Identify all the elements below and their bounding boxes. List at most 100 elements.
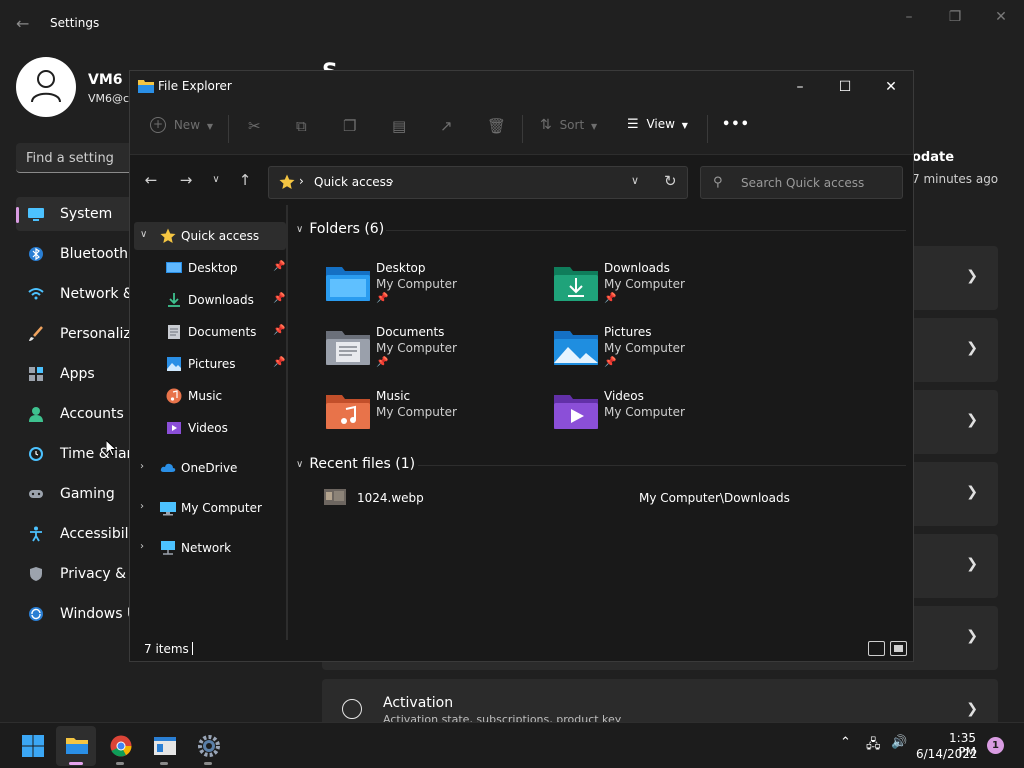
chevron-up-icon[interactable]: ⌃ (840, 735, 851, 750)
chevron-down-icon[interactable]: ∨ (140, 229, 147, 240)
close-icon[interactable]: ✕ (987, 8, 1015, 26)
close-icon[interactable]: ✕ (876, 75, 906, 99)
chevron-down-icon: ▼ (206, 121, 213, 131)
paste-icon[interactable]: ❐ (343, 117, 356, 141)
notification-badge[interactable]: 1 (987, 737, 1004, 754)
explorer-titlebar[interactable]: File Explorer – ☐ ✕ (130, 71, 913, 103)
find-setting-box[interactable] (16, 143, 146, 173)
taskbar-app-window[interactable] (144, 726, 184, 766)
rename-icon[interactable]: ▤ (392, 117, 406, 141)
folders-group-header[interactable]: ∨ Folders (6) (296, 221, 384, 237)
music-folder-icon (326, 395, 370, 429)
nav-item-windows-update[interactable]: Windows U (16, 597, 137, 631)
restore-icon[interactable]: ❐ (941, 8, 969, 26)
folder-tile-downloads[interactable]: Downloads My Computer 📌 (554, 261, 774, 317)
back-arrow-icon[interactable]: ← (140, 169, 162, 191)
minimize-icon[interactable]: – (895, 8, 923, 26)
nav-item-accessibility[interactable]: Accessibilit (16, 517, 138, 551)
folder-tile-desktop[interactable]: Desktop My Computer 📌 (326, 261, 546, 317)
sort-label: Sort (559, 118, 585, 132)
recent-files-group-header[interactable]: ∨ Recent files (1) (296, 456, 415, 472)
view-button[interactable]: ☰ View ▼ (627, 117, 688, 141)
tree-item-my-computer[interactable]: › My Computer (134, 494, 286, 522)
maximize-icon[interactable]: ☐ (830, 75, 860, 99)
tree-item-desktop[interactable]: Desktop 📌 (134, 254, 286, 282)
network-tray-icon[interactable]: 🖧 (866, 735, 881, 757)
volume-icon[interactable]: 🔊 (891, 735, 907, 750)
chevron-right-icon[interactable]: › (140, 501, 144, 512)
gamepad-icon (29, 490, 43, 498)
pin-icon: 📌 (604, 293, 617, 304)
tiles-view-icon[interactable] (890, 641, 907, 656)
breadcrumb-quick-access[interactable]: Quick access (314, 175, 392, 189)
share-icon[interactable]: ↗ (440, 117, 453, 141)
desktop-folder-icon (326, 267, 370, 301)
forward-arrow-icon[interactable]: → (175, 169, 197, 191)
up-arrow-icon[interactable]: ↑ (234, 169, 256, 191)
nav-item-accounts[interactable]: Accounts (16, 397, 136, 431)
find-setting-input[interactable] (26, 149, 146, 167)
running-indicator (116, 762, 124, 765)
recent-file-row[interactable]: 1024.webp My Computer\Downloads (320, 487, 880, 511)
nav-item-privacy[interactable]: Privacy & se (16, 557, 146, 591)
tree-item-onedrive[interactable]: › OneDrive (134, 454, 286, 482)
nav-item-apps[interactable]: Apps (16, 357, 136, 391)
back-arrow-icon[interactable]: ← (16, 15, 34, 33)
tree-item-documents[interactable]: Documents 📌 (134, 318, 286, 346)
tree-item-videos[interactable]: Videos (134, 414, 286, 442)
document-icon (168, 325, 180, 339)
more-options-icon[interactable]: ••• (722, 117, 750, 141)
settings-titlebar: ← Settings – ❐ ✕ (0, 0, 1024, 48)
copy-icon[interactable]: ⧉ (296, 117, 307, 141)
minimize-icon[interactable]: – (785, 75, 815, 99)
start-button[interactable] (12, 726, 52, 766)
address-bar[interactable]: › Quick access › ∨ ↻ (268, 166, 688, 199)
pin-icon[interactable]: 📌 (273, 261, 285, 272)
new-button[interactable]: + New ▼ (150, 117, 213, 141)
pin-icon[interactable]: 📌 (273, 325, 285, 336)
chevron-right-icon: ❯ (966, 556, 978, 572)
folder-tile-videos[interactable]: Videos My Computer (554, 389, 774, 445)
tree-item-quick-access[interactable]: ∨ Quick access (134, 222, 286, 250)
star-icon (160, 228, 176, 243)
nav-item-network[interactable]: Network & (16, 277, 136, 311)
folder-tile-pictures[interactable]: Pictures My Computer 📌 (554, 325, 774, 381)
chevron-right-icon: ❯ (966, 268, 978, 284)
nav-item-time-language[interactable]: Time & lang (16, 437, 144, 471)
recent-locations-chevron-icon[interactable]: ∨ (205, 169, 227, 191)
monitor-icon (28, 208, 44, 221)
chevron-down-icon[interactable]: ∨ (631, 174, 639, 187)
chevron-down-icon: ▼ (681, 121, 688, 130)
tree-item-music[interactable]: Music (134, 382, 286, 410)
taskbar-file-explorer[interactable] (56, 726, 96, 766)
search-input[interactable] (741, 175, 896, 191)
folder-tile-music[interactable]: Music My Computer (326, 389, 546, 445)
delete-icon[interactable]: 🗑 (487, 117, 506, 141)
nav-item-bluetooth[interactable]: Bluetooth & (16, 237, 143, 271)
clock-date[interactable]: 6/14/2022 (916, 747, 978, 761)
tree-item-pictures[interactable]: Pictures 📌 (134, 350, 286, 378)
chevron-right-icon[interactable]: › (140, 541, 144, 552)
activation-card[interactable]: Activation Activation state, subscriptio… (322, 679, 998, 722)
tree-item-downloads[interactable]: Downloads 📌 (134, 286, 286, 314)
nav-item-gaming[interactable]: Gaming (16, 477, 136, 511)
nav-item-personalization[interactable]: Personaliza (16, 317, 139, 351)
folder-name: Music (376, 389, 411, 403)
refresh-icon[interactable]: ↻ (664, 172, 677, 190)
folder-tile-documents[interactable]: Documents My Computer 📌 (326, 325, 546, 381)
folder-location: My Computer (376, 277, 457, 291)
breadcrumb-chevron-icon[interactable]: › (389, 174, 394, 188)
avatar[interactable] (16, 57, 76, 117)
running-indicator (204, 762, 212, 765)
pin-icon[interactable]: 📌 (273, 293, 285, 304)
taskbar-settings[interactable] (188, 726, 228, 766)
nav-item-system[interactable]: System (16, 197, 136, 231)
tree-item-network[interactable]: › Network (134, 534, 286, 562)
chevron-right-icon[interactable]: › (140, 461, 144, 472)
sort-button[interactable]: ⇅ Sort ▼ (540, 117, 597, 141)
pin-icon[interactable]: 📌 (273, 357, 285, 368)
taskbar-chrome[interactable] (100, 726, 140, 766)
details-view-icon[interactable] (868, 641, 885, 656)
cut-icon[interactable]: ✂ (248, 117, 261, 141)
search-box[interactable]: ⚲ (700, 166, 903, 199)
